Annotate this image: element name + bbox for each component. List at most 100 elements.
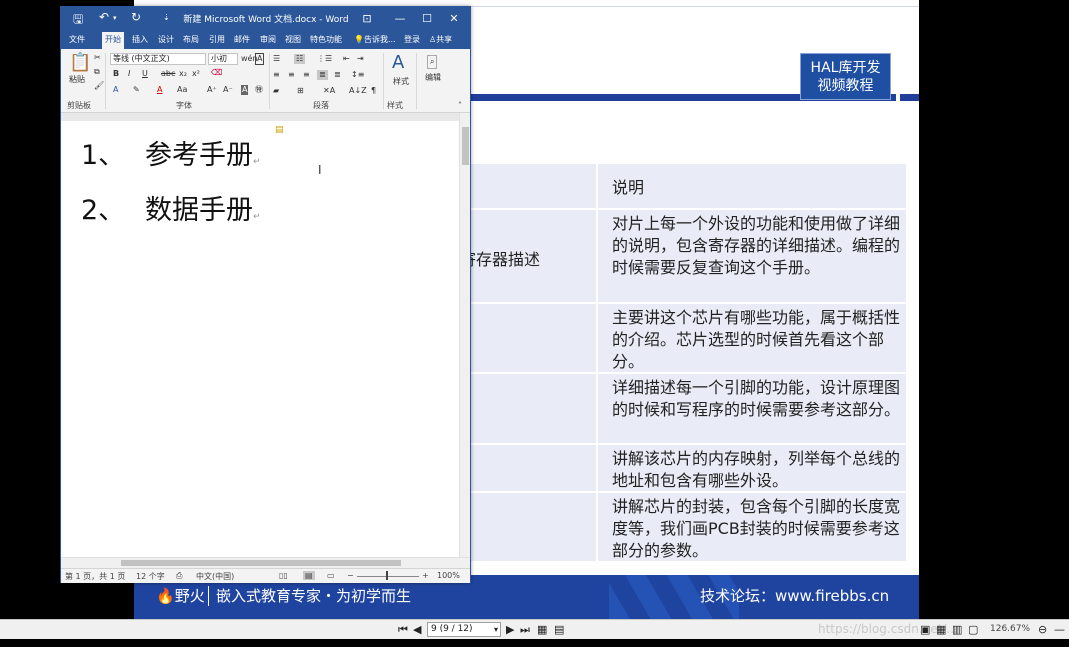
show-marks-icon[interactable]: ¶ [371, 86, 376, 96]
zoom-slider-handle[interactable] [386, 571, 388, 580]
tab-special[interactable]: 特色功能 [310, 34, 342, 45]
align-left-icon[interactable]: ≡ [273, 70, 280, 80]
font-size-combo[interactable]: 小初 [208, 53, 238, 65]
bullets-icon[interactable]: ☰ [273, 54, 280, 64]
copy-icon[interactable]: ⧉ [94, 67, 100, 77]
maximize-button[interactable]: ☐ [414, 9, 440, 29]
status-language[interactable]: 中文(中国) [196, 571, 234, 582]
undo-icon[interactable]: ↶ [99, 10, 109, 24]
tell-me-box[interactable]: 💡告诉我... [354, 34, 396, 45]
web-layout-icon[interactable]: ▭ [327, 571, 335, 580]
list-text: 参考手册 [145, 140, 253, 171]
outline-view-icon[interactable]: ▤ [554, 623, 564, 636]
tab-references[interactable]: 引用 [209, 34, 225, 45]
zoom-slider[interactable]: — [1054, 623, 1065, 636]
save-icon[interactable]: 🖫 [73, 10, 83, 31]
prev-page-icon[interactable]: ◀ [413, 623, 421, 636]
close-button[interactable]: ✕ [441, 9, 467, 29]
cut-icon[interactable]: ✂ [94, 53, 101, 63]
status-page[interactable]: 第 1 页，共 1 页 [65, 571, 125, 582]
layout-options-icon[interactable]: ▤ [275, 125, 284, 135]
status-words[interactable]: 12 个字 [136, 571, 165, 582]
read-mode-icon[interactable]: ▯▯ [279, 571, 288, 580]
sorter-view-icon[interactable]: ▦ [936, 623, 946, 636]
justify-icon[interactable]: ≣ [317, 70, 328, 80]
line-spacing-icon[interactable]: ↕≡ [351, 70, 364, 80]
grid-view-icon[interactable]: ▦ [537, 623, 547, 636]
page-select[interactable]: 9 (9 / 12) ▾ [427, 622, 501, 637]
tab-layout[interactable]: 布局 [183, 34, 199, 45]
subscript-button[interactable]: x₂ [179, 69, 187, 79]
paste-icon[interactable]: 📋 [69, 53, 91, 73]
tab-home[interactable]: 开始 [102, 32, 124, 49]
sort-icon[interactable]: A↓Z [349, 86, 367, 96]
scroll-thumb[interactable] [121, 560, 401, 566]
char-border-icon[interactable]: A [255, 53, 265, 65]
text-effect-icon[interactable]: A [113, 85, 118, 95]
last-page-icon[interactable]: ⏭ [520, 623, 530, 637]
tab-insert[interactable]: 插入 [132, 34, 148, 45]
numbering-icon[interactable]: ☷ [294, 54, 306, 64]
reading-view-icon[interactable]: ▥ [952, 623, 962, 636]
zoom-out-icon[interactable]: ⊖ [1038, 623, 1047, 636]
vertical-scrollbar[interactable] [459, 113, 470, 557]
chinese-layout-icon[interactable]: ✕A [323, 86, 335, 96]
zoom-out-button[interactable]: − [347, 571, 354, 580]
zoom-in-button[interactable]: + [422, 571, 429, 580]
styles-icon[interactable]: A [392, 53, 404, 73]
editing-label[interactable]: 编辑 [425, 73, 441, 83]
highlight-icon[interactable]: ✎ [133, 85, 140, 95]
borders-icon[interactable]: ⊞ [297, 86, 304, 96]
collapse-ribbon-icon[interactable]: ˄ [458, 101, 462, 111]
table-left-cell: 寄存器描述 [460, 250, 541, 269]
next-page-icon[interactable]: ▶ [506, 623, 514, 636]
multilevel-list-icon[interactable]: ⋮☰ [317, 54, 332, 64]
find-icon[interactable]: ⌕ [427, 55, 438, 69]
tab-design[interactable]: 设计 [158, 34, 174, 45]
decrease-indent-icon[interactable]: ⇤ [343, 54, 350, 64]
shrink-font-icon[interactable]: A⁻ [223, 85, 233, 95]
first-page-icon[interactable]: ⏮ [398, 623, 408, 637]
enclose-char-icon[interactable]: ㊕ [255, 85, 263, 95]
tab-view[interactable]: 视图 [285, 34, 301, 45]
document-page[interactable]: ▤ 1、 参考手册↵ 2、 数据手册↵ [61, 121, 459, 557]
clear-format-icon[interactable]: ⌫ [211, 68, 222, 78]
italic-button[interactable]: I [128, 69, 130, 79]
strikethrough-button[interactable]: abc [161, 69, 175, 79]
increase-indent-icon[interactable]: ⇥ [357, 54, 364, 64]
font-name-combo[interactable]: 等线 (中文正文) [110, 53, 206, 65]
status-zoom[interactable]: 100% [437, 571, 460, 580]
scroll-thumb[interactable] [462, 127, 469, 165]
shading-icon[interactable]: ▰ [273, 86, 279, 96]
sign-in-link[interactable]: 登录 [404, 34, 420, 45]
redo-icon[interactable]: ↻ [131, 10, 141, 24]
slideshow-icon[interactable]: ▢ [968, 623, 978, 636]
distributed-icon[interactable]: ≣ [334, 70, 341, 80]
share-button[interactable]: ♙共享 [429, 34, 452, 45]
ribbon-display-icon[interactable]: ⊡ [354, 9, 380, 29]
format-painter-icon[interactable]: 🖌 [94, 81, 104, 91]
font-color-icon[interactable]: A [157, 85, 162, 95]
styles-label[interactable]: 样式 [393, 77, 409, 87]
proofing-icon[interactable]: ⎙ [176, 571, 182, 581]
undo-dropdown-icon[interactable]: ▾ [113, 14, 117, 22]
paste-label[interactable]: 粘贴 [69, 75, 85, 85]
table-desc-cell: 讲解芯片的封装，包含每个引脚的长度宽度等，我们画PCB封装的时候需要参考这部分的… [596, 493, 904, 561]
change-case-icon[interactable]: Aa [177, 85, 187, 95]
superscript-button[interactable]: x² [192, 69, 200, 79]
char-shading-icon[interactable]: A [241, 85, 249, 95]
horizontal-scrollbar[interactable] [61, 557, 470, 568]
minimize-button[interactable]: — [387, 9, 413, 29]
bold-button[interactable]: B [113, 69, 119, 79]
align-center-icon[interactable]: ≡ [288, 70, 295, 80]
normal-view-icon[interactable]: ▣ [920, 623, 930, 636]
tab-mailings[interactable]: 邮件 [234, 34, 250, 45]
zoom-slider-track[interactable] [357, 576, 419, 577]
tab-review[interactable]: 审阅 [260, 34, 276, 45]
customize-qa-icon[interactable]: ⇣ [163, 13, 170, 22]
underline-button[interactable]: U [142, 69, 148, 79]
grow-font-icon[interactable]: A⁺ [207, 85, 217, 95]
tab-file[interactable]: 文件 [69, 34, 85, 45]
align-right-icon[interactable]: ≡ [303, 70, 310, 80]
print-layout-icon[interactable]: ▤ [303, 571, 315, 580]
